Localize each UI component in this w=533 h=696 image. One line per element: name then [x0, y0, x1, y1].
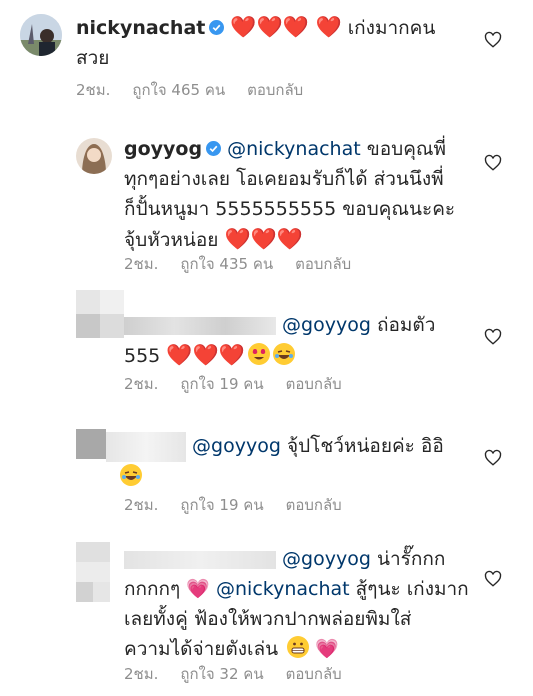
- pixelated-avatar-icon: [76, 429, 106, 459]
- blurred-username: [106, 431, 186, 462]
- avatar[interactable]: [76, 138, 112, 174]
- verified-badge-icon: [209, 20, 225, 35]
- like-heart-icon[interactable]: [484, 154, 502, 172]
- comment-text-4: ความได้จ่ายตังเล่น: [124, 638, 279, 660]
- timestamp: 2ชม.: [124, 665, 159, 683]
- reply-button[interactable]: ตอบกลับ: [286, 375, 342, 393]
- username[interactable]: nickynachat: [76, 17, 205, 39]
- comment-anonymous-1: @goyyog ถ่อมตัว 555 ❤️❤️❤️ 2ชม. ถูกใจ 19 …: [0, 290, 533, 400]
- comment-meta: 2ชม. ถูกใจ 32 คน ตอบกลับ: [124, 662, 364, 686]
- comment-text-4: จุ้บหัวหน่อย: [124, 229, 219, 251]
- like-heart-icon[interactable]: [484, 449, 502, 467]
- like-heart-icon[interactable]: [484, 31, 502, 49]
- reply-button[interactable]: ตอบกลับ: [286, 665, 342, 683]
- mention-link[interactable]: @nickynachat: [227, 138, 361, 160]
- avatar-photo-icon: [76, 138, 112, 174]
- likes-count[interactable]: ถูกใจ 32 คน: [180, 665, 263, 683]
- comment-meta: 2ชม. ถูกใจ 19 คน ตอบกลับ: [124, 372, 364, 396]
- comment-meta: 2ชม. ถูกใจ 19 คน ตอบกลับ: [124, 493, 364, 517]
- mention-link[interactable]: @goyyog: [282, 314, 371, 336]
- heart-eyes-emoji-icon: [247, 343, 270, 365]
- likes-count[interactable]: ถูกใจ 19 คน: [180, 375, 263, 393]
- timestamp: 2ชม.: [124, 375, 159, 393]
- comment-goyyog: goyyog @nickynachat ขอบคุณพี่ ทุกๆอย่างเล…: [0, 130, 533, 280]
- heart-emoji-icon: ❤️❤️❤️: [166, 343, 245, 367]
- timestamp: 2ชม.: [124, 255, 159, 273]
- reply-button[interactable]: ตอบกลับ: [295, 255, 351, 273]
- avatar-blurred[interactable]: [76, 429, 106, 459]
- pixelated-avatar-icon: [76, 542, 110, 602]
- comment-text: เก่งมากคน: [347, 17, 436, 39]
- laughing-emoji-icon: [120, 463, 142, 486]
- mention-link-2[interactable]: @nickynachat: [216, 578, 350, 600]
- reply-button[interactable]: ตอบกลับ: [286, 496, 342, 514]
- avatar-blurred[interactable]: [76, 290, 124, 338]
- comment-text: ถ่อมตัว: [376, 314, 436, 336]
- grimacing-emoji-icon: [287, 636, 310, 658]
- comment-text-2: ทุกๆอย่างเลย โอเคยอมรับก็ได้ ส่วนนึงพี่: [124, 168, 444, 190]
- growing-heart-emoji-icon-2: 💗: [315, 638, 339, 660]
- comment-anonymous-2: @goyyog จุ้ปโชว์หน่อยค่ะ อิอิ 2ชม. ถูกใจ …: [0, 415, 533, 525]
- comment-anonymous-3: @goyyog น่ารั๊กกก กกกกๆ 💗 @nickynachat ส…: [0, 540, 533, 696]
- avatar-photo-icon: [20, 14, 62, 56]
- likes-count[interactable]: ถูกใจ 465 คน: [132, 81, 225, 99]
- comment-meta: 2ชม. ถูกใจ 465 คน ตอบกลับ: [76, 78, 325, 102]
- comment-text-3: ก็ปั้นหนูมา 5555555555 ขอบคุณนะคะ: [124, 198, 456, 220]
- comment-text-2: สวย: [76, 47, 110, 69]
- avatar[interactable]: [20, 14, 62, 56]
- laughing-emoji-icon: [272, 343, 295, 365]
- like-heart-icon[interactable]: [484, 328, 502, 346]
- comment-body: @goyyog น่ารั๊กกก กกกกๆ 💗 @nickynachat ส…: [124, 544, 474, 664]
- mention-link[interactable]: @goyyog: [192, 435, 281, 457]
- timestamp: 2ชม.: [76, 81, 111, 99]
- comment-text-2a: กกกกๆ: [124, 578, 181, 600]
- growing-heart-emoji-icon: 💗: [186, 578, 210, 600]
- verified-badge-icon: [206, 141, 222, 156]
- blurred-username: [124, 550, 276, 569]
- comment-body: goyyog @nickynachat ขอบคุณพี่ ทุกๆอย่างเล…: [124, 134, 469, 255]
- likes-count[interactable]: ถูกใจ 19 คน: [180, 496, 263, 514]
- heart-emoji-icon: ❤️❤️❤️ ❤️: [230, 15, 342, 39]
- like-heart-icon[interactable]: [484, 570, 502, 588]
- pixelated-avatar-icon: [76, 290, 124, 338]
- timestamp: 2ชม.: [124, 496, 159, 514]
- comment-text-2: 555: [124, 345, 161, 367]
- comment-text: ขอบคุณพี่: [366, 138, 447, 160]
- mention-link[interactable]: @goyyog: [282, 548, 371, 570]
- comment-body: @goyyog จุ้ปโชว์หน่อยค่ะ อิอิ: [106, 431, 476, 492]
- likes-count[interactable]: ถูกใจ 435 คน: [180, 255, 273, 273]
- blurred-username: [124, 316, 276, 335]
- comment-body: nickynachat ❤️❤️❤️ ❤️ เก่งมากคน สวย: [76, 12, 476, 73]
- comment-meta: 2ชม. ถูกใจ 435 คน ตอบกลับ: [124, 252, 373, 276]
- reply-button[interactable]: ตอบกลับ: [247, 81, 303, 99]
- comment-body: @goyyog ถ่อมตัว 555 ❤️❤️❤️: [124, 310, 474, 371]
- avatar-blurred[interactable]: [76, 542, 110, 602]
- comment-text-2b: สู้ๆนะ เก่งมาก: [355, 578, 469, 600]
- username[interactable]: goyyog: [124, 138, 202, 160]
- comment-text: น่ารั๊กกก: [376, 548, 446, 570]
- comment-nickynachat: nickynachat ❤️❤️❤️ ❤️ เก่งมากคน สวย 2ชม. ถ…: [0, 0, 533, 100]
- heart-emoji-icon: ❤️❤️❤️: [224, 227, 303, 251]
- comment-text: จุ้ปโชว์หน่อยค่ะ อิอิ: [286, 435, 444, 457]
- comment-text-3: เลยทั้งคู่ ฟ้องให้พวกปากพล่อยพิมใส่: [124, 608, 412, 630]
